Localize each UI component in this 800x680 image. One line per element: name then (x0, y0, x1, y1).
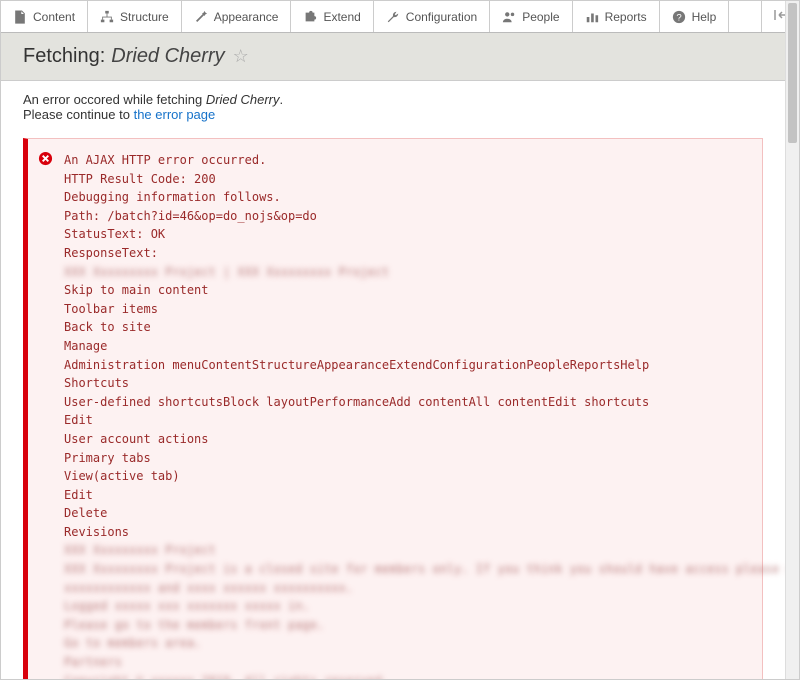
error-message-box: An AJAX HTTP error occurred. HTTP Result… (23, 138, 763, 679)
error-line: Edit (64, 486, 748, 505)
toolbar-tab-label: People (522, 10, 559, 24)
error-line: StatusText: OK (64, 225, 748, 244)
toolbar-tab-label: Configuration (406, 10, 477, 24)
content-scroll-area: An error occored while fetching Dried Ch… (1, 82, 785, 679)
toolbar-tab-help[interactable]: ? Help (660, 1, 730, 32)
toolbar-tab-structure[interactable]: Structure (88, 1, 182, 32)
error-line: Skip to main content (64, 281, 748, 300)
error-line-redacted: XXX Xxxxxxxxx Project (64, 541, 748, 560)
people-icon (502, 10, 516, 24)
error-icon (38, 151, 53, 166)
error-line: Debugging information follows. (64, 188, 748, 207)
error-line: User-defined shortcutsBlock layoutPerfor… (64, 393, 748, 412)
error-line: Back to site (64, 318, 748, 337)
toolbar-tab-label: Content (33, 10, 75, 24)
error-line: Toolbar items (64, 300, 748, 319)
intro-text: An error occored while fetching Dried Ch… (23, 92, 763, 122)
error-line: View(active tab) (64, 467, 748, 486)
error-line: Path: /batch?id=46&op=do_nojs&op=do (64, 207, 748, 226)
error-line: HTTP Result Code: 200 (64, 170, 748, 189)
error-line-redacted: Copyright © xxxxxx 2019. All rights rese… (64, 672, 748, 679)
puzzle-icon (303, 10, 317, 24)
error-line: User account actions (64, 430, 748, 449)
toolbar-tab-label: Reports (605, 10, 647, 24)
error-line: Administration menuContentStructureAppea… (64, 356, 748, 375)
bar-chart-icon (585, 10, 599, 24)
error-line: Edit (64, 411, 748, 430)
help-icon: ? (672, 10, 686, 24)
favorite-star-icon[interactable]: ☆ (233, 46, 249, 67)
error-line: Delete (64, 504, 748, 523)
wand-icon (194, 10, 208, 24)
error-line-redacted: XXX Xxxxxxxxx Project | XXX Xxxxxxxxx Pr… (64, 263, 748, 282)
error-line: Shortcuts (64, 374, 748, 393)
toolbar-tab-label: Structure (120, 10, 169, 24)
error-line: Primary tabs (64, 449, 748, 468)
toolbar-tab-appearance[interactable]: Appearance (182, 1, 292, 32)
toolbar-tab-people[interactable]: People (490, 1, 572, 32)
toolbar-tab-configuration[interactable]: Configuration (374, 1, 490, 32)
error-line: ResponseText: (64, 244, 748, 263)
error-line-redacted: Logged xxxxx xxx xxxxxxx xxxxx in. (64, 597, 748, 616)
error-line: Revisions (64, 523, 748, 542)
error-page-link[interactable]: the error page (134, 107, 216, 122)
svg-text:?: ? (676, 12, 681, 23)
wrench-icon (386, 10, 400, 24)
error-line-redacted: Please go to the members front page. (64, 616, 748, 635)
admin-toolbar: Content Structure Appearance Extend Conf… (1, 1, 799, 33)
error-lines: An AJAX HTTP error occurred. HTTP Result… (64, 151, 748, 679)
page-title-bar: Fetching: Dried Cherry ☆ (1, 33, 799, 81)
toolbar-tab-label: Help (692, 10, 717, 24)
toolbar-tab-label: Appearance (214, 10, 279, 24)
toolbar-tab-extend[interactable]: Extend (291, 1, 373, 32)
error-line-redacted: Go to members area. (64, 634, 748, 653)
error-line-redacted: Partners (64, 653, 748, 672)
structure-icon (100, 10, 114, 24)
file-icon (13, 10, 27, 24)
toolbar-tab-reports[interactable]: Reports (573, 1, 660, 32)
toolbar-tab-content[interactable]: Content (1, 1, 88, 32)
error-line-redacted: XXX Xxxxxxxxx Project is a closed site f… (64, 560, 748, 579)
error-line-redacted: xxxxxxxxxxxx and xxxx xxxxxx xxxxxxxxxx. (64, 579, 748, 598)
page-title-name: Dried Cherry (111, 45, 224, 68)
vertical-scrollbar[interactable] (785, 1, 799, 679)
error-line: An AJAX HTTP error occurred. (64, 151, 748, 170)
toolbar-tab-label: Extend (323, 10, 360, 24)
page-title-prefix: Fetching: (23, 45, 105, 68)
scrollbar-thumb[interactable] (788, 3, 797, 143)
error-line: Manage (64, 337, 748, 356)
